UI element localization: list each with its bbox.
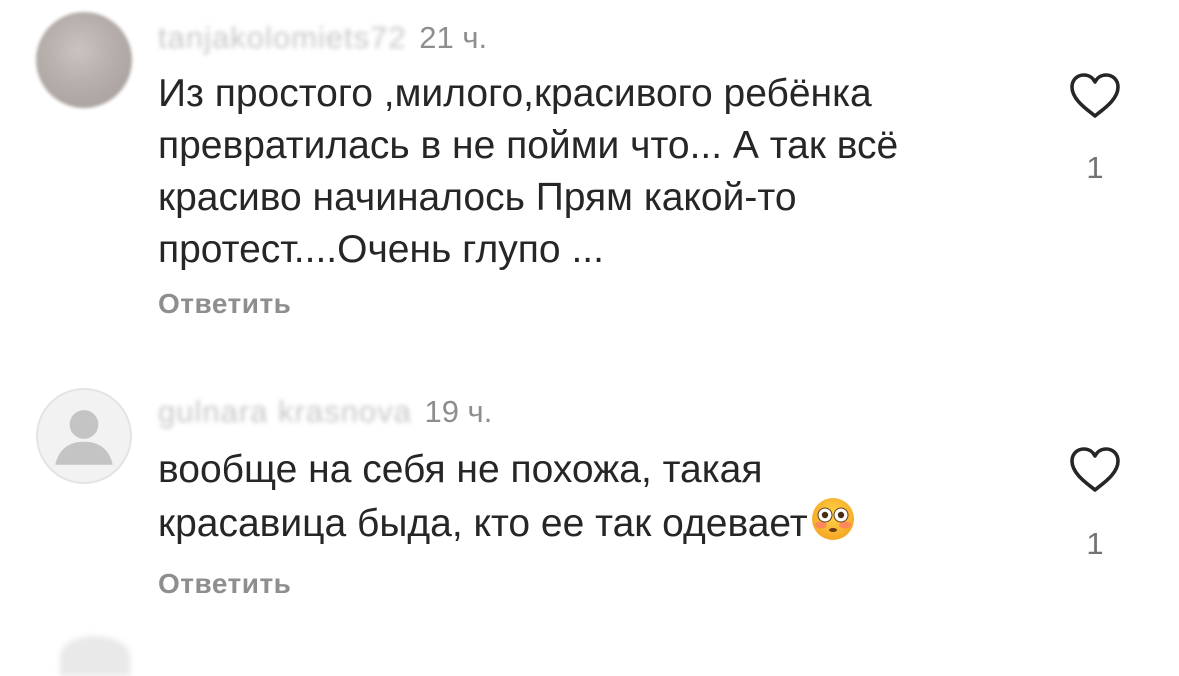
avatar[interactable] [60, 636, 130, 676]
reply-button[interactable]: Ответить [158, 288, 291, 320]
username[interactable]: tanjakolomiets72 [158, 20, 407, 55]
comment-meta: gulnara krasnova 19 ч. [158, 394, 492, 430]
default-user-icon [55, 410, 113, 465]
heart-outline-icon[interactable] [1068, 446, 1122, 494]
comment-text: Из простого ,милого,красивого ребёнка пр… [158, 72, 899, 271]
like-count: 1 [1086, 150, 1104, 185]
flushed-face-emoji [810, 496, 856, 556]
like-count: 1 [1086, 526, 1104, 561]
timestamp: 19 ч. [424, 394, 493, 429]
avatar[interactable] [36, 388, 132, 484]
comment-meta: tanjakolomiets72 21 ч. [158, 20, 487, 56]
timestamp: 21 ч. [419, 20, 488, 55]
comment-text: вообще на себя не похожа, такая красавиц… [158, 444, 1038, 556]
avatar[interactable] [36, 12, 132, 108]
heart-outline-icon[interactable] [1068, 72, 1122, 120]
username[interactable]: gulnara krasnova [158, 394, 412, 429]
reply-button[interactable]: Ответить [158, 568, 291, 600]
comment-text-content: вообще на себя не похожа, такая красавиц… [158, 448, 808, 545]
